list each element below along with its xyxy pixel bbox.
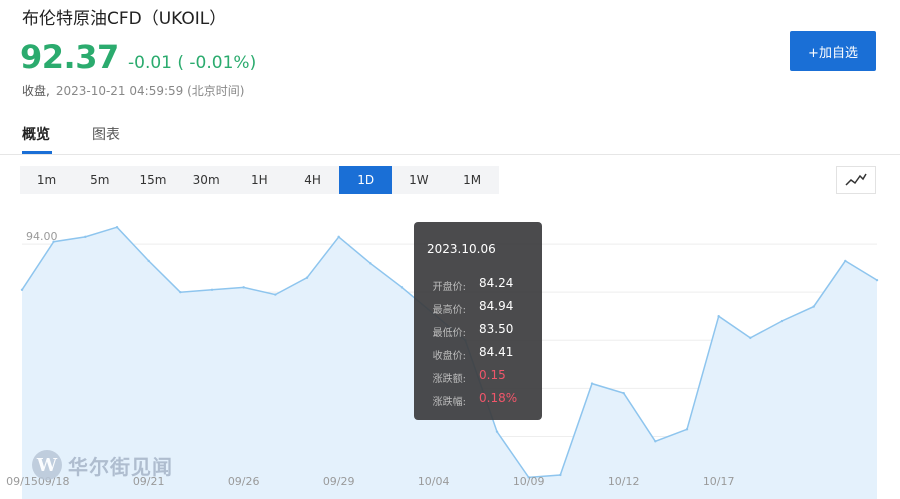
price-change: -0.01 ( -0.01%)	[128, 53, 257, 73]
data-point	[84, 235, 87, 239]
tooltip-row-change: 涨跌额: 0.15	[414, 368, 542, 386]
tooltip-row-open: 开盘价: 84.24	[414, 276, 542, 294]
tooltip-date: 2023.10.06	[427, 242, 496, 256]
data-point	[179, 290, 182, 294]
tooltip-value: 0.15	[479, 368, 506, 382]
tooltip-value: 84.24	[479, 276, 514, 290]
tooltip-label: 最高价:	[432, 305, 466, 316]
data-point	[52, 240, 55, 243]
data-point	[400, 286, 404, 289]
tab-charts[interactable]: 图表	[92, 124, 120, 144]
data-point	[717, 315, 720, 318]
line-chart-icon	[845, 173, 867, 186]
data-point	[749, 336, 752, 340]
last-update-timestamp: 2023-10-21 04:59:59 (北京时间)	[55, 84, 245, 98]
data-point	[622, 391, 625, 395]
tooltip-row-change-pct: 涨跌幅: 0.18%	[414, 391, 542, 409]
tooltip-label: 涨跌额:	[432, 374, 466, 385]
active-tab-indicator	[22, 151, 52, 154]
watermark-text: 华尔街见闻	[68, 454, 173, 479]
tooltip-label: 涨跌幅:	[432, 397, 466, 408]
close-status-label: 收盘,	[22, 84, 50, 98]
period-1mo[interactable]: 1M	[446, 166, 499, 194]
data-point	[147, 259, 150, 263]
data-point	[274, 293, 277, 296]
x-tick-label: 10/04	[418, 475, 450, 488]
tooltip-value: 84.94	[479, 299, 514, 313]
data-point	[115, 226, 119, 229]
tab-overview[interactable]: 概览	[22, 124, 50, 144]
chart-type-toggle[interactable]	[836, 166, 876, 194]
tooltip-row-high: 最高价: 84.94	[414, 299, 542, 317]
instrument-title: 布伦特原油CFD（UKOIL）	[22, 9, 227, 29]
data-point	[685, 428, 689, 431]
period-selector: 1m 5m 15m 30m 1H 4H 1D 1W 1M	[20, 166, 499, 194]
period-4h[interactable]: 4H	[286, 166, 339, 194]
data-point	[495, 430, 499, 433]
x-tick-label: 09/26	[228, 475, 260, 488]
current-price: 92.37	[20, 38, 119, 76]
wallstreetcn-logo-icon: W	[32, 450, 62, 480]
period-1m[interactable]: 1m	[20, 166, 73, 194]
period-15m[interactable]: 15m	[126, 166, 179, 194]
data-point	[875, 278, 879, 282]
watermark: W 华尔街见闻	[32, 450, 173, 480]
period-1h[interactable]: 1H	[233, 166, 286, 194]
period-1d[interactable]: 1D	[339, 166, 393, 194]
data-point	[844, 259, 847, 263]
add-to-watchlist-button[interactable]: +加自选	[790, 31, 876, 71]
tooltip-row-low: 最低价: 83.50	[414, 322, 542, 340]
tab-bar: 概览 图表	[0, 118, 900, 155]
tooltip-row-close: 收盘价: 84.41	[414, 345, 542, 363]
period-1w[interactable]: 1W	[392, 166, 445, 194]
data-point	[242, 286, 245, 289]
data-point	[590, 382, 594, 385]
x-tick-label: 10/17	[703, 475, 735, 488]
x-tick-label: 09/29	[323, 475, 355, 488]
data-point	[210, 288, 214, 291]
data-point	[20, 288, 24, 291]
ohlc-tooltip: 2023.10.06 开盘价: 84.24 最高价: 84.94 最低价: 83…	[414, 222, 542, 420]
data-point	[305, 276, 309, 279]
tooltip-value: 83.50	[479, 322, 514, 336]
data-point	[559, 473, 562, 477]
period-30m[interactable]: 30m	[180, 166, 233, 194]
tooltip-label: 开盘价:	[432, 282, 466, 293]
data-point	[654, 440, 657, 443]
tooltip-label: 最低价:	[432, 328, 466, 339]
tooltip-value: 0.18%	[479, 391, 518, 405]
market-status: 收盘, 2023-10-21 04:59:59 (北京时间)	[22, 82, 244, 99]
data-point	[780, 319, 784, 323]
tooltip-value: 84.41	[479, 345, 514, 359]
tooltip-label: 收盘价:	[432, 351, 466, 362]
period-5m[interactable]: 5m	[73, 166, 126, 194]
x-tick-label: 10/12	[608, 475, 640, 488]
data-point	[369, 262, 372, 265]
data-point	[337, 235, 340, 239]
data-point	[812, 305, 815, 308]
x-tick-label: 10/09	[513, 475, 545, 488]
